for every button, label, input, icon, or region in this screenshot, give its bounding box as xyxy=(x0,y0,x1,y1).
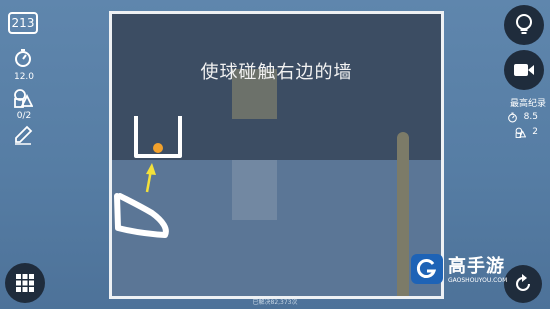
hint-button[interactable] xyxy=(504,5,544,45)
right-wall xyxy=(397,132,409,296)
shapes-icon xyxy=(515,127,527,138)
left-panel: 213 12.0 0/2 xyxy=(0,0,50,309)
restart-icon xyxy=(516,274,530,291)
best-time-value: 8.5 xyxy=(523,112,538,122)
watermark: 高手游 GAOSHOUYOU.COM xyxy=(411,250,508,290)
level-number: 213 xyxy=(8,12,38,34)
game-canvas[interactable]: 使球碰触右边的墙 xyxy=(109,11,444,299)
shapes-value: 0/2 xyxy=(16,111,32,121)
watermark-logo-icon xyxy=(411,254,443,284)
solved-count: 已解决82,373次 xyxy=(252,299,298,306)
pencil-icon[interactable] xyxy=(13,125,33,145)
video-camera-icon xyxy=(514,64,534,76)
time-value: 12.0 xyxy=(13,72,35,82)
lightbulb-icon xyxy=(516,14,532,34)
grid-menu-icon xyxy=(16,274,34,292)
best-shapes-value: 2 xyxy=(532,127,538,137)
background-block-bottom xyxy=(232,160,277,220)
watermark-brand-en: GAOSHOUYOU.COM xyxy=(448,277,508,284)
best-shapes-row: 2 xyxy=(515,126,538,138)
level-hint: 使球碰触右边的墙 xyxy=(200,62,353,83)
stopwatch-icon xyxy=(15,49,31,67)
watermark-brand-cn: 高手游 xyxy=(448,256,505,277)
stopwatch-icon xyxy=(507,112,517,122)
best-record-title: 最高纪录 xyxy=(509,99,546,109)
best-time-row: 8.5 xyxy=(507,111,538,123)
video-button[interactable] xyxy=(504,50,544,90)
shapes-icon xyxy=(14,89,33,108)
